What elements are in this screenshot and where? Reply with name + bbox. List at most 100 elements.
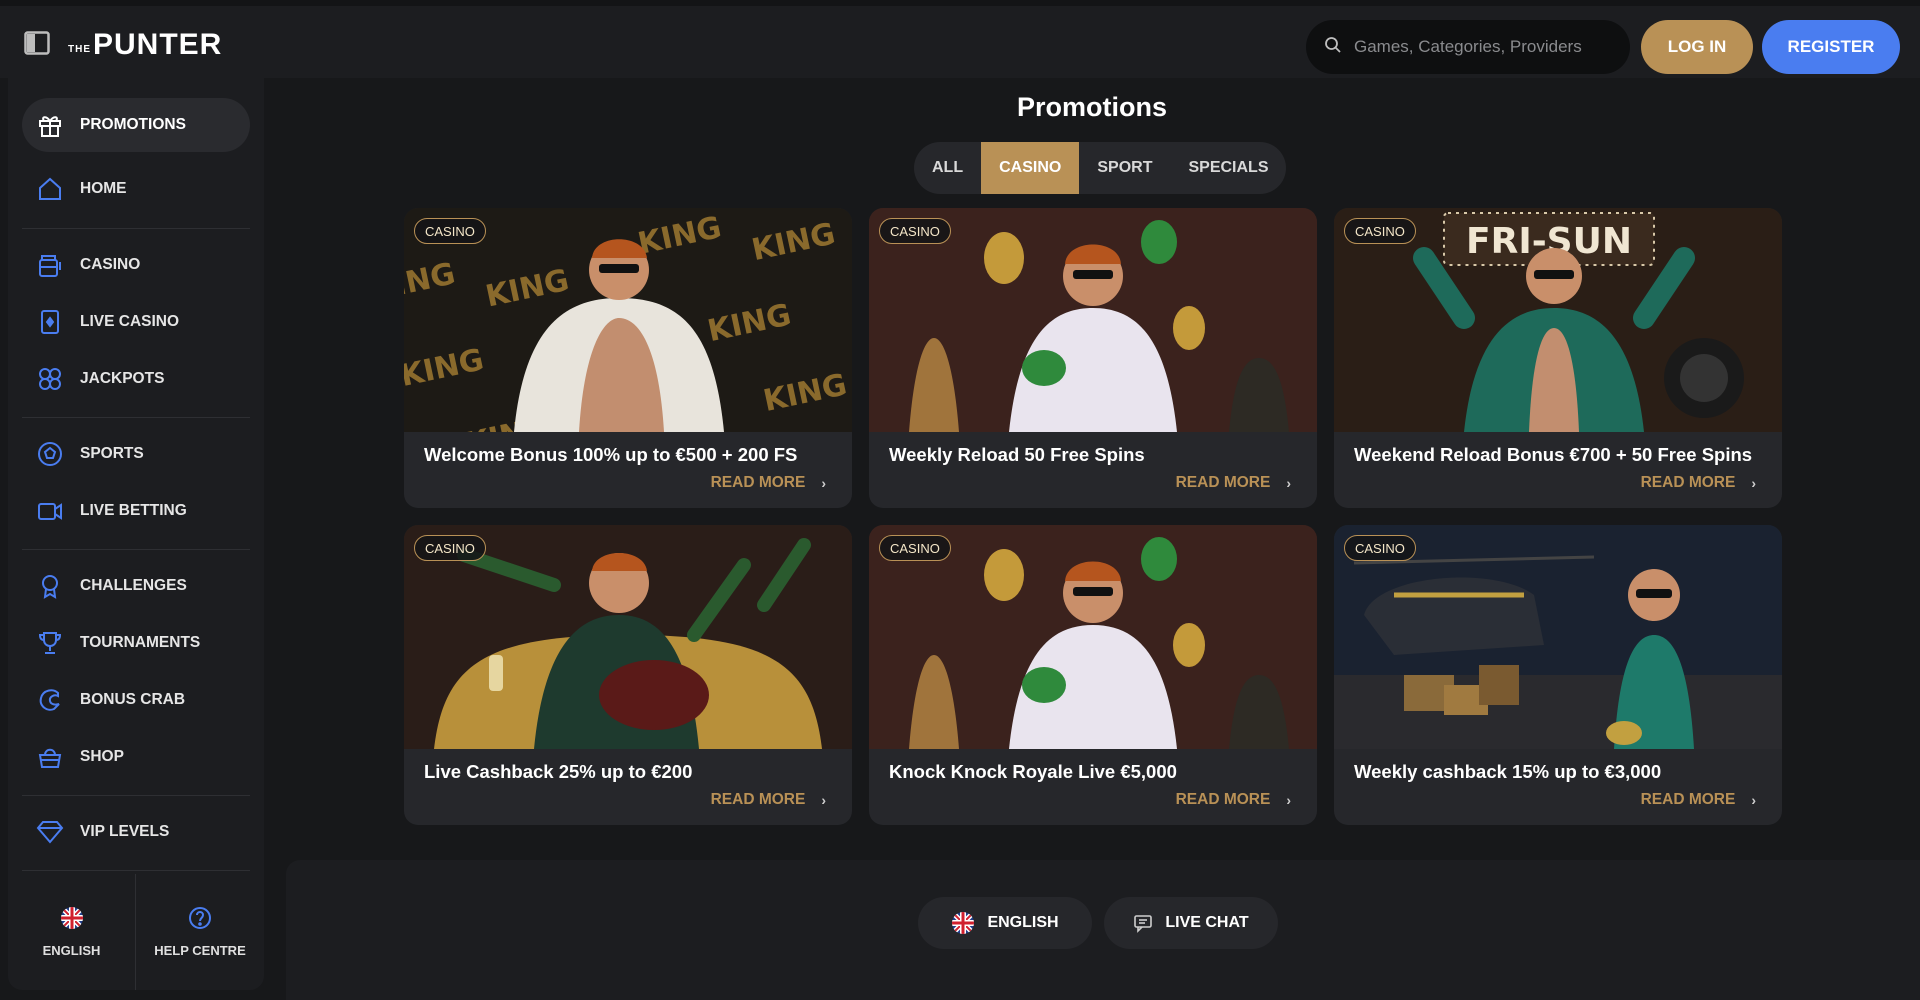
sidebar-item-live-casino[interactable]: LIVE CASINO	[22, 295, 250, 349]
promo-title: Weekly Reload 50 Free Spins	[889, 444, 1145, 465]
chevron-right-icon: ›	[1751, 792, 1756, 808]
chevron-right-icon: ›	[821, 475, 826, 491]
sidebar-divider	[22, 417, 250, 418]
promo-title: Welcome Bonus 100% up to €500 + 200 FS	[424, 444, 798, 465]
promo-card[interactable]: CASINO Knock Knock Royale Live €5,000 RE…	[869, 525, 1317, 825]
chat-bubble-icon	[1133, 913, 1153, 933]
read-more-label: READ MORE	[710, 791, 806, 808]
help-centre-link[interactable]: HELP CENTRE	[136, 874, 264, 990]
trophy-icon	[36, 629, 64, 657]
slot-machine-icon	[36, 251, 64, 279]
language-selector[interactable]: ENGLISH	[8, 874, 136, 990]
category-badge: CASINO	[879, 218, 951, 244]
search-box[interactable]	[1306, 20, 1630, 74]
read-more-label: READ MORE	[1175, 474, 1271, 491]
promo-card[interactable]: KING KING KING KING KING KING KING KING …	[404, 208, 852, 508]
sidebar-item-label: VIP LEVELS	[80, 823, 170, 840]
promo-title: Knock Knock Royale Live €5,000	[889, 761, 1177, 782]
chevron-right-icon: ›	[1286, 792, 1291, 808]
sidebar-item-tournaments[interactable]: TOURNAMENTS	[22, 616, 250, 670]
read-more-link[interactable]: READ MORE ›	[1641, 474, 1756, 492]
category-badge: CASINO	[1344, 535, 1416, 561]
search-input[interactable]	[1354, 37, 1614, 57]
sidebar-item-label: PROMOTIONS	[80, 116, 186, 133]
category-badge: CASINO	[414, 535, 486, 561]
language-label: ENGLISH	[42, 943, 101, 958]
category-badge: CASINO	[1344, 218, 1416, 244]
sidebar-item-jackpots[interactable]: JACKPOTS	[22, 352, 250, 406]
sidebar-item-label: LIVE CASINO	[80, 313, 180, 330]
sidebar-item-challenges[interactable]: CHALLENGES	[22, 559, 250, 613]
crab-claw-icon	[36, 686, 64, 714]
sidebar-item-promotions[interactable]: PROMOTIONS	[22, 98, 250, 152]
gift-icon	[36, 111, 64, 139]
tab-all[interactable]: ALL	[914, 142, 981, 194]
footer-language-button[interactable]: ENGLISH	[918, 897, 1092, 949]
promo-title: Weekly cashback 15% up to €3,000	[1354, 761, 1662, 782]
clover-icon	[36, 365, 64, 393]
tab-casino[interactable]: CASINO	[981, 142, 1080, 194]
sidebar: PROMOTIONS HOME CASINO LIVE CASINO JACKP…	[8, 78, 264, 990]
read-more-link[interactable]: READ MORE ›	[1176, 791, 1291, 809]
sidebar-divider	[22, 228, 250, 229]
chevron-right-icon: ›	[821, 792, 826, 808]
sidebar-item-label: LIVE BETTING	[80, 502, 187, 519]
promo-title: Live Cashback 25% up to €200	[424, 761, 693, 782]
footer-language-label: ENGLISH	[987, 914, 1059, 931]
sidebar-item-home[interactable]: HOME	[22, 162, 250, 216]
playing-card-icon	[36, 308, 64, 336]
tab-specials[interactable]: SPECIALS	[1170, 142, 1286, 194]
soccer-ball-icon	[36, 440, 64, 468]
sidebar-item-sports[interactable]: SPORTS	[22, 427, 250, 481]
uk-flag-icon	[951, 911, 975, 935]
home-icon	[36, 175, 64, 203]
sidebar-item-label: CHALLENGES	[80, 577, 187, 594]
sidebar-item-label: JACKPOTS	[80, 370, 165, 387]
read-more-link[interactable]: READ MORE ›	[1641, 791, 1756, 809]
promo-card[interactable]: CASINO Weekly Reload 50 Free Spins READ …	[869, 208, 1317, 508]
tab-sport[interactable]: SPORT	[1079, 142, 1170, 194]
top-bar: THE PUNTER LOG IN REGISTER	[0, 0, 1920, 78]
promo-card[interactable]: FRI-SUN CASINO Weekend Reload Bonus €700…	[1334, 208, 1782, 508]
sidebar-divider	[22, 549, 250, 550]
sidebar-item-vip-levels[interactable]: VIP LEVELS	[22, 805, 250, 859]
live-chat-label: LIVE CHAT	[1165, 914, 1249, 931]
chevron-right-icon: ›	[1286, 475, 1291, 491]
video-camera-icon	[36, 497, 64, 525]
register-button[interactable]: REGISTER	[1762, 20, 1900, 74]
sidebar-toggle-icon[interactable]	[22, 28, 52, 58]
search-icon	[1324, 36, 1342, 59]
logo-name: PUNTER	[93, 28, 223, 61]
live-chat-button[interactable]: LIVE CHAT	[1104, 897, 1278, 949]
promo-card[interactable]: CASINO Live Cashback 25% up to €200 READ…	[404, 525, 852, 825]
shopping-basket-icon	[36, 743, 64, 771]
read-more-label: READ MORE	[1640, 474, 1736, 491]
sidebar-item-label: SHOP	[80, 748, 124, 765]
sidebar-item-casino[interactable]: CASINO	[22, 238, 250, 292]
page-footer: ENGLISH LIVE CHAT	[286, 860, 1920, 1000]
sidebar-divider	[22, 870, 250, 871]
sidebar-item-bonus-crab[interactable]: BONUS CRAB	[22, 673, 250, 727]
promo-card[interactable]: CASINO Weekly cashback 15% up to €3,000 …	[1334, 525, 1782, 825]
sidebar-item-label: HOME	[80, 180, 127, 197]
logo-the: THE	[68, 44, 91, 55]
read-more-link[interactable]: READ MORE ›	[1176, 474, 1291, 492]
logo[interactable]: THE PUNTER	[68, 28, 222, 60]
sidebar-item-label: BONUS CRAB	[80, 691, 186, 708]
chevron-right-icon: ›	[1751, 475, 1756, 491]
read-more-link[interactable]: READ MORE ›	[711, 474, 826, 492]
read-more-link[interactable]: READ MORE ›	[711, 791, 826, 809]
uk-flag-icon	[60, 906, 84, 933]
sidebar-item-label: SPORTS	[80, 445, 144, 462]
sidebar-item-shop[interactable]: SHOP	[22, 730, 250, 784]
sidebar-divider	[22, 795, 250, 796]
sidebar-footer: ENGLISH HELP CENTRE	[8, 874, 264, 990]
help-centre-label: HELP CENTRE	[154, 943, 246, 958]
read-more-label: READ MORE	[710, 474, 806, 491]
category-badge: CASINO	[414, 218, 486, 244]
help-icon	[188, 906, 212, 933]
category-badge: CASINO	[879, 535, 951, 561]
sidebar-item-label: TOURNAMENTS	[80, 634, 201, 651]
sidebar-item-live-betting[interactable]: LIVE BETTING	[22, 484, 250, 538]
login-button[interactable]: LOG IN	[1641, 20, 1753, 74]
